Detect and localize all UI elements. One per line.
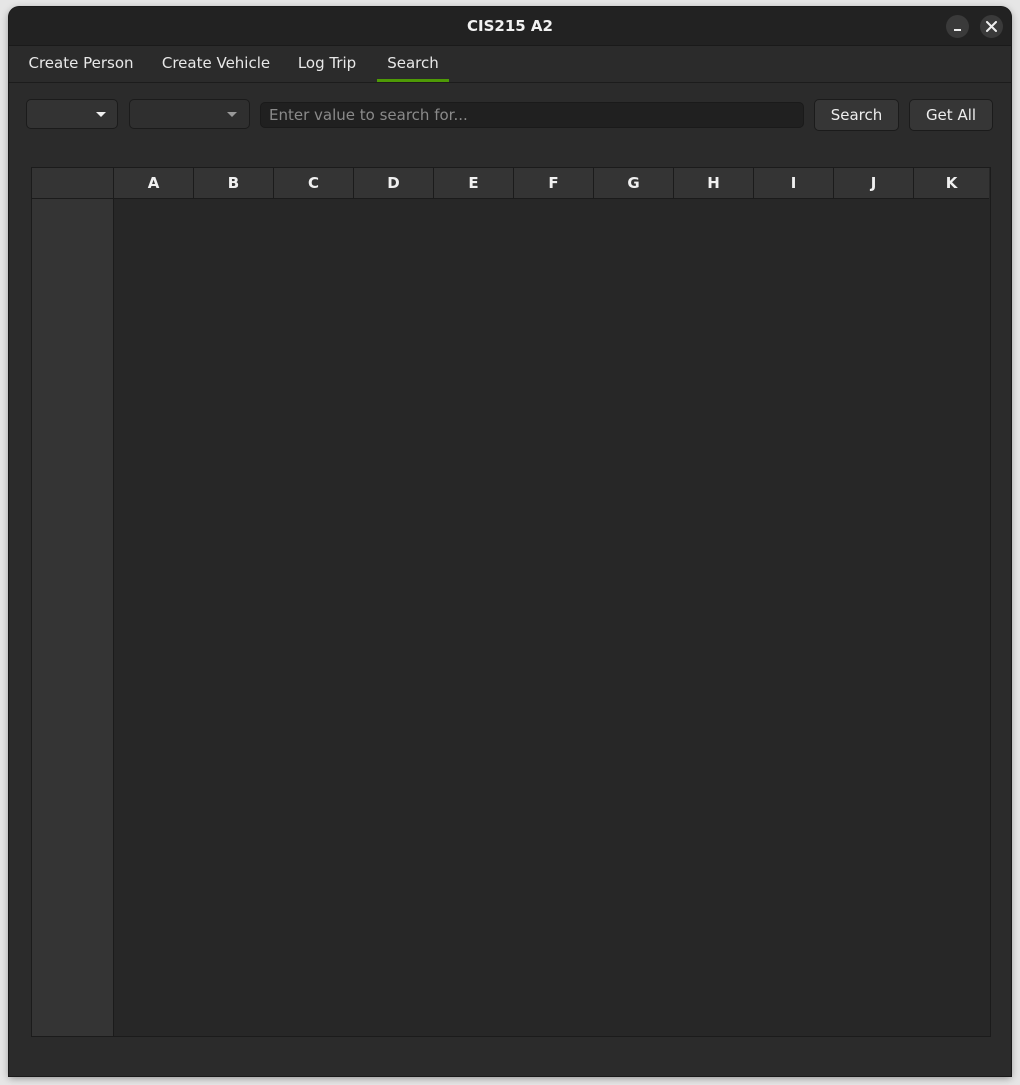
column-header-c[interactable]: C [274,168,354,199]
row-header-column [32,199,114,1036]
field-select-dropdown[interactable] [129,99,250,129]
results-table[interactable]: A B C D E F G H I J K [31,167,991,1037]
column-header-f[interactable]: F [514,168,594,199]
column-header-j[interactable]: J [834,168,914,199]
close-button[interactable] [980,15,1003,38]
column-header-b[interactable]: B [194,168,274,199]
app-window: CIS215 A2 Create Person Create Vehicle L… [9,7,1011,1076]
column-header-e[interactable]: E [434,168,514,199]
table-select-dropdown[interactable] [26,99,118,129]
column-header-g[interactable]: G [594,168,674,199]
title-bar[interactable]: CIS215 A2 [9,7,1011,46]
search-input[interactable] [260,102,804,128]
column-header-i[interactable]: I [754,168,834,199]
column-header-a[interactable]: A [114,168,194,199]
chevron-down-icon [227,112,237,117]
window-title: CIS215 A2 [467,17,553,35]
column-header-h[interactable]: H [674,168,754,199]
tab-search[interactable]: Search [377,46,449,82]
chevron-down-icon [96,112,106,117]
get-all-button[interactable]: Get All [909,99,993,131]
table-corner[interactable] [32,168,114,199]
column-header-k[interactable]: K [914,168,989,199]
minimize-button[interactable] [946,15,969,38]
tab-create-person[interactable]: Create Person [20,46,142,82]
column-header-d[interactable]: D [354,168,434,199]
minimize-icon [954,29,961,31]
tab-log-trip[interactable]: Log Trip [290,46,364,82]
tab-bar: Create Person Create Vehicle Log Trip Se… [9,46,1011,83]
close-icon [986,21,997,32]
search-button[interactable]: Search [814,99,899,131]
tab-create-vehicle[interactable]: Create Vehicle [152,46,280,82]
